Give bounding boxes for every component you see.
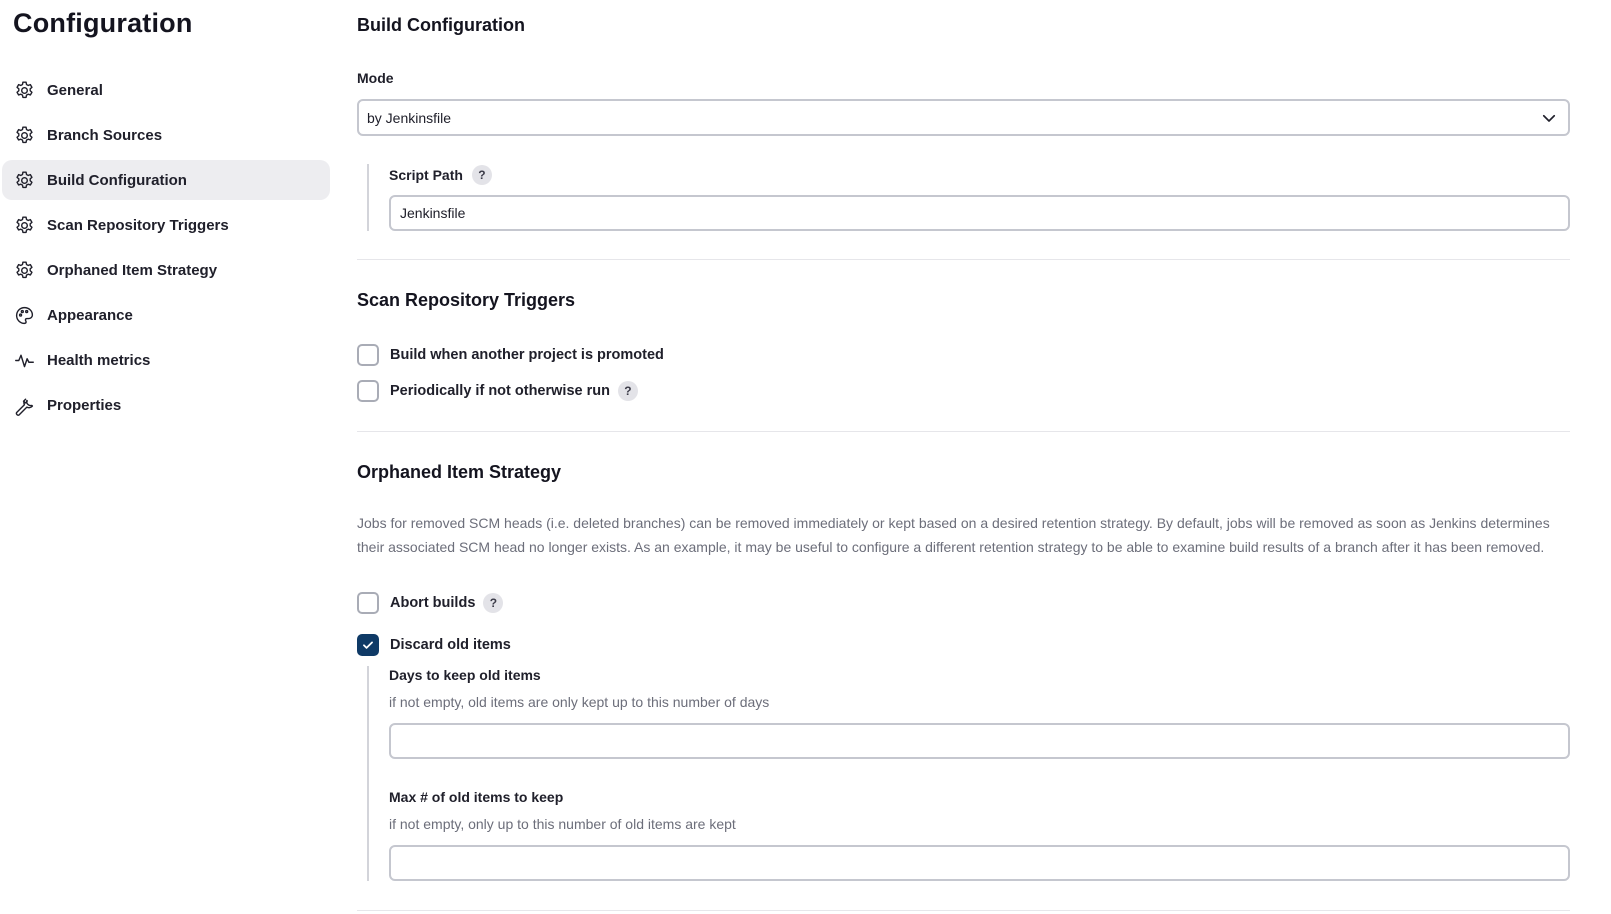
palette-icon xyxy=(13,304,35,326)
chevron-down-icon xyxy=(1542,114,1556,122)
sidebar-item-label: Orphaned Item Strategy xyxy=(47,261,218,279)
sidebar-item-label: General xyxy=(47,81,103,99)
abort-builds-label: Abort builds xyxy=(390,595,476,611)
sidebar-item-label: Appearance xyxy=(47,306,133,324)
discard-old-items-checkbox[interactable] xyxy=(357,634,379,656)
days-to-keep-hint: if not empty, old items are only kept up… xyxy=(389,694,770,710)
section-divider xyxy=(357,910,1570,911)
periodically-label: Periodically if not otherwise run xyxy=(390,383,610,399)
sidebar-item-orphaned-item-strategy[interactable]: Orphaned Item Strategy xyxy=(2,250,330,290)
help-icon[interactable]: ? xyxy=(617,381,638,401)
build-when-promoted-option[interactable]: Build when another project is promoted xyxy=(357,344,672,366)
sidebar-item-label: Build Configuration xyxy=(47,171,187,189)
section-divider xyxy=(357,431,1570,432)
periodically-option[interactable]: Periodically if not otherwise run ? xyxy=(357,380,638,402)
sidebar-item-appearance[interactable]: Appearance xyxy=(2,295,330,335)
mode-label: Mode xyxy=(357,70,394,86)
sidebar-item-health-metrics[interactable]: Health metrics xyxy=(2,340,330,380)
max-items-input[interactable] xyxy=(389,845,1570,881)
orphaned-strategy-description: Jobs for removed SCM heads (i.e. deleted… xyxy=(357,515,1550,555)
gear-icon xyxy=(13,79,35,101)
discard-old-items-option[interactable]: Discard old items xyxy=(357,634,519,656)
orphaned-strategy-title: Orphaned Item Strategy xyxy=(357,462,562,482)
sidebar-item-properties[interactable]: Properties xyxy=(2,385,330,425)
help-icon[interactable]: ? xyxy=(471,165,492,185)
help-icon[interactable]: ? xyxy=(483,593,504,613)
sidebar-item-label: Scan Repository Triggers xyxy=(47,216,229,234)
max-items-label: Max # of old items to keep xyxy=(389,789,564,805)
sidebar-nav: General Branch Sources Build Configurati… xyxy=(2,70,330,430)
sidebar-item-scan-repository-triggers[interactable]: Scan Repository Triggers xyxy=(2,205,330,245)
days-to-keep-input[interactable] xyxy=(389,723,1570,759)
section-divider xyxy=(357,259,1570,260)
script-path-label: Script Path xyxy=(389,167,463,183)
gear-icon xyxy=(13,214,35,236)
script-path-indent-bar xyxy=(367,164,369,231)
gear-icon xyxy=(13,259,35,281)
script-path-label-row: Script Path ? xyxy=(389,165,492,185)
max-items-hint: if not empty, only up to this number of … xyxy=(389,816,736,832)
script-path-input[interactable] xyxy=(389,195,1570,231)
gear-icon xyxy=(13,124,35,146)
abort-builds-checkbox[interactable] xyxy=(357,592,379,614)
build-configuration-title: Build Configuration xyxy=(357,15,525,35)
sidebar: Configuration General Branch Sources Bui… xyxy=(0,0,330,914)
sidebar-item-build-configuration[interactable]: Build Configuration xyxy=(2,160,330,200)
scan-triggers-title: Scan Repository Triggers xyxy=(357,290,576,310)
checkmark-icon xyxy=(363,641,373,649)
sidebar-title: Configuration xyxy=(13,8,193,38)
gear-icon xyxy=(13,169,35,191)
mode-select[interactable]: by Jenkinsfile xyxy=(357,99,1570,136)
wrench-icon xyxy=(13,394,35,416)
sidebar-item-label: Properties xyxy=(47,396,122,414)
sidebar-item-general[interactable]: General xyxy=(2,70,330,110)
sidebar-item-label: Branch Sources xyxy=(47,126,163,144)
sidebar-item-label: Health metrics xyxy=(47,351,151,369)
periodically-checkbox[interactable] xyxy=(357,380,379,402)
discard-old-items-label: Discard old items xyxy=(390,637,511,653)
mode-select-value: by Jenkinsfile xyxy=(367,109,452,126)
build-when-promoted-checkbox[interactable] xyxy=(357,344,379,366)
build-when-promoted-label: Build when another project is promoted xyxy=(390,347,664,363)
pulse-icon xyxy=(13,349,35,371)
sidebar-item-branch-sources[interactable]: Branch Sources xyxy=(2,115,330,155)
days-to-keep-label: Days to keep old items xyxy=(389,667,541,683)
discard-options-indent-bar xyxy=(367,666,369,881)
abort-builds-option[interactable]: Abort builds ? xyxy=(357,592,504,614)
